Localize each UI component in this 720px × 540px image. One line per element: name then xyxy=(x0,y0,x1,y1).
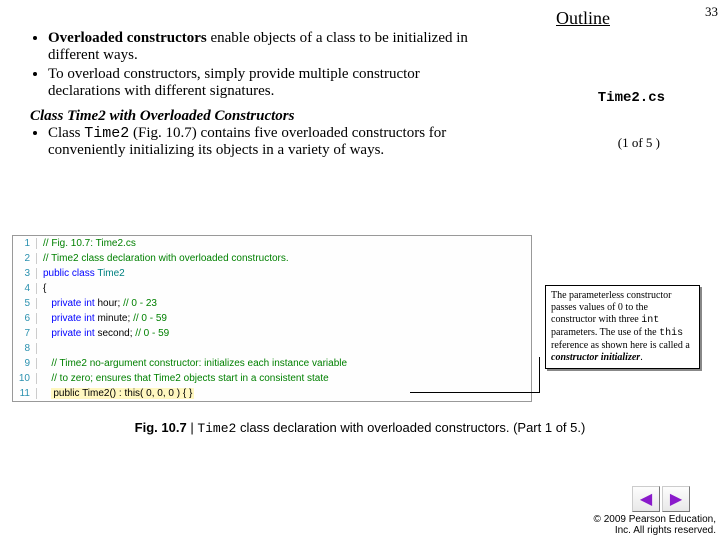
code-line: 4{ xyxy=(13,281,531,296)
next-button[interactable]: ▶ xyxy=(662,486,690,512)
bullet-3-code: Time2 xyxy=(84,125,129,142)
code-text: // Fig. 10.7: Time2.cs xyxy=(37,238,136,249)
prev-button[interactable]: ◀ xyxy=(632,486,660,512)
line-number: 8 xyxy=(13,343,37,354)
bullet-1-bold: Overloaded constructors xyxy=(48,30,207,46)
code-text: private int hour; // 0 - 23 xyxy=(37,298,157,309)
code-text: public Time2() : this( 0, 0, 0 ) { } xyxy=(37,388,194,399)
annotation-box: The parameterless constructor passes val… xyxy=(545,285,700,369)
code-text: public class Time2 xyxy=(37,268,125,279)
anno-code-2: this xyxy=(659,328,683,339)
code-line: 1// Fig. 10.7: Time2.cs xyxy=(13,236,531,251)
code-text: // Time2 class declaration with overload… xyxy=(37,253,289,264)
fig-num: Fig. 10.7 xyxy=(135,420,187,435)
fig-rest: class declaration with overloaded constr… xyxy=(236,420,585,435)
bullet-2: To overload constructors, simply provide… xyxy=(48,66,490,100)
code-listing: 1// Fig. 10.7: Time2.cs2// Time2 class d… xyxy=(12,235,532,402)
code-line: 9 // Time2 no-argument constructor: init… xyxy=(13,356,531,371)
code-line: 10 // to zero; ensures that Time2 object… xyxy=(13,371,531,386)
code-line: 6 private int minute; // 0 - 59 xyxy=(13,311,531,326)
anno-text-4: . xyxy=(640,352,643,363)
anno-text-2: parameters. The use of the xyxy=(551,327,659,338)
subheading: Class Time2 with Overloaded Constructors xyxy=(30,108,294,124)
nav-buttons: ◀ ▶ xyxy=(632,486,690,512)
code-text: private int second; // 0 - 59 xyxy=(37,328,169,339)
line-number: 7 xyxy=(13,328,37,339)
code-text: private int minute; // 0 - 59 xyxy=(37,313,167,324)
bullet-1: Overloaded constructors enable objects o… xyxy=(48,30,490,64)
line-number: 9 xyxy=(13,358,37,369)
fig-code: Time2 xyxy=(197,421,236,436)
code-line: 5 private int hour; // 0 - 23 xyxy=(13,296,531,311)
code-line: 8 xyxy=(13,341,531,356)
slide-root: Outline 33 Time2.cs (1 of 5 ) Overloaded… xyxy=(0,0,720,540)
line-number: 1 xyxy=(13,238,37,249)
bullet-3-pre: Class xyxy=(48,125,84,141)
body-text: Overloaded constructors enable objects o… xyxy=(30,30,490,159)
code-text: // Time2 no-argument constructor: initia… xyxy=(37,358,347,369)
line-number: 5 xyxy=(13,298,37,309)
code-text: { xyxy=(37,283,46,294)
line-number: 10 xyxy=(13,373,37,384)
line-number: 4 xyxy=(13,283,37,294)
page-number: 33 xyxy=(705,4,718,20)
anno-text-3: reference as shown here is called a xyxy=(551,340,690,351)
annotation-connector xyxy=(410,392,540,393)
outline-heading: Outline xyxy=(556,8,610,29)
code-line: 3public class Time2 xyxy=(13,266,531,281)
fig-sep: | xyxy=(187,420,198,435)
code-line: 11 public Time2() : this( 0, 0, 0 ) { } xyxy=(13,386,531,401)
copyright-line2: Inc. All rights reserved. xyxy=(615,525,716,536)
line-number: 6 xyxy=(13,313,37,324)
copyright: © 2009 Pearson Education, Inc. All right… xyxy=(594,514,716,536)
file-name-label: Time2.cs xyxy=(598,90,665,106)
code-line: 2// Time2 class declaration with overloa… xyxy=(13,251,531,266)
part-indicator: (1 of 5 ) xyxy=(618,135,660,151)
line-number: 11 xyxy=(13,388,37,399)
copyright-line1: © 2009 Pearson Education, xyxy=(594,514,716,525)
line-number: 3 xyxy=(13,268,37,279)
anno-code-1: int xyxy=(641,315,659,326)
figure-caption: Fig. 10.7 | Time2 class declaration with… xyxy=(0,420,720,436)
code-line: 7 private int second; // 0 - 59 xyxy=(13,326,531,341)
line-number: 2 xyxy=(13,253,37,264)
code-text: // to zero; ensures that Time2 objects s… xyxy=(37,373,329,384)
anno-term: constructor initializer xyxy=(551,352,640,363)
bullet-3: Class Time2 (Fig. 10.7) contains five ov… xyxy=(48,125,490,159)
